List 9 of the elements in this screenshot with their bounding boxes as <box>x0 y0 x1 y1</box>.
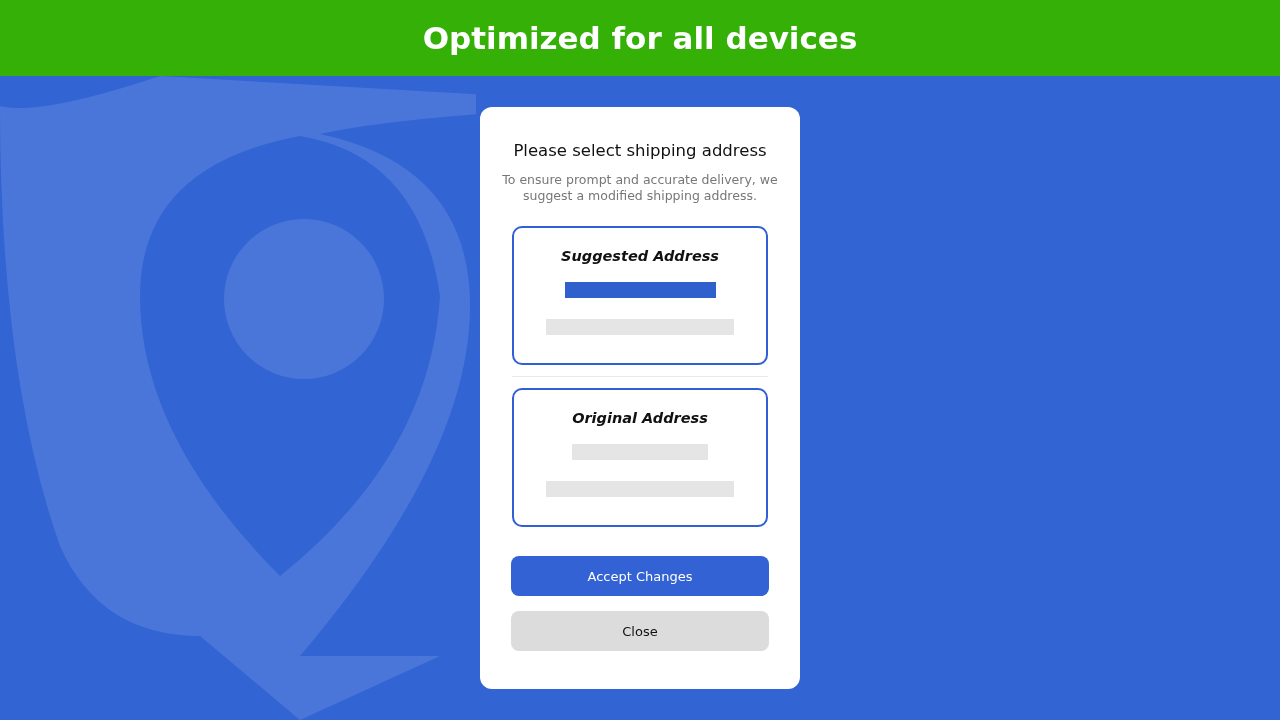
dialog-title: Please select shipping address <box>513 141 767 160</box>
address-card[interactable]: Suggested Address <box>512 226 768 365</box>
address-title: Suggested Address <box>561 248 719 264</box>
address-card[interactable]: Original Address <box>512 388 768 527</box>
address-title: Original Address <box>572 410 708 426</box>
dialog-message: To ensure prompt and accurate delivery, we suggest a modified shipping address. <box>501 172 779 204</box>
banner-title: Optimized for all devices <box>422 20 858 56</box>
close-button[interactable]: Close <box>511 611 769 651</box>
accept-button[interactable]: Accept Changes <box>511 556 769 596</box>
